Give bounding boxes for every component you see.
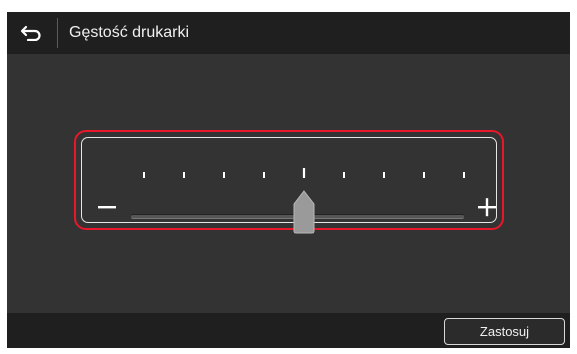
- header-bar: Gęstość drukarki: [7, 12, 570, 54]
- density-slider-highlight: [74, 130, 504, 234]
- apply-button[interactable]: Zastosuj: [444, 318, 565, 345]
- slider-tick-marks: [143, 168, 465, 178]
- slider-thumb-shape: [293, 190, 315, 234]
- page-title: Gęstość drukarki: [69, 24, 190, 41]
- decrease-button[interactable]: [92, 192, 122, 222]
- minus-icon: [98, 206, 116, 209]
- back-button[interactable]: [7, 12, 55, 54]
- density-slider-panel: [81, 137, 497, 234]
- back-arrow-icon: [20, 25, 41, 41]
- printer-screen: Gęstość drukarki Zastosuj: [7, 12, 570, 348]
- footer-bar: Zastosuj: [7, 313, 570, 348]
- header-divider: [57, 18, 58, 48]
- plus-icon: [478, 198, 496, 217]
- increase-button[interactable]: [472, 192, 502, 222]
- slider-thumb[interactable]: [293, 190, 315, 234]
